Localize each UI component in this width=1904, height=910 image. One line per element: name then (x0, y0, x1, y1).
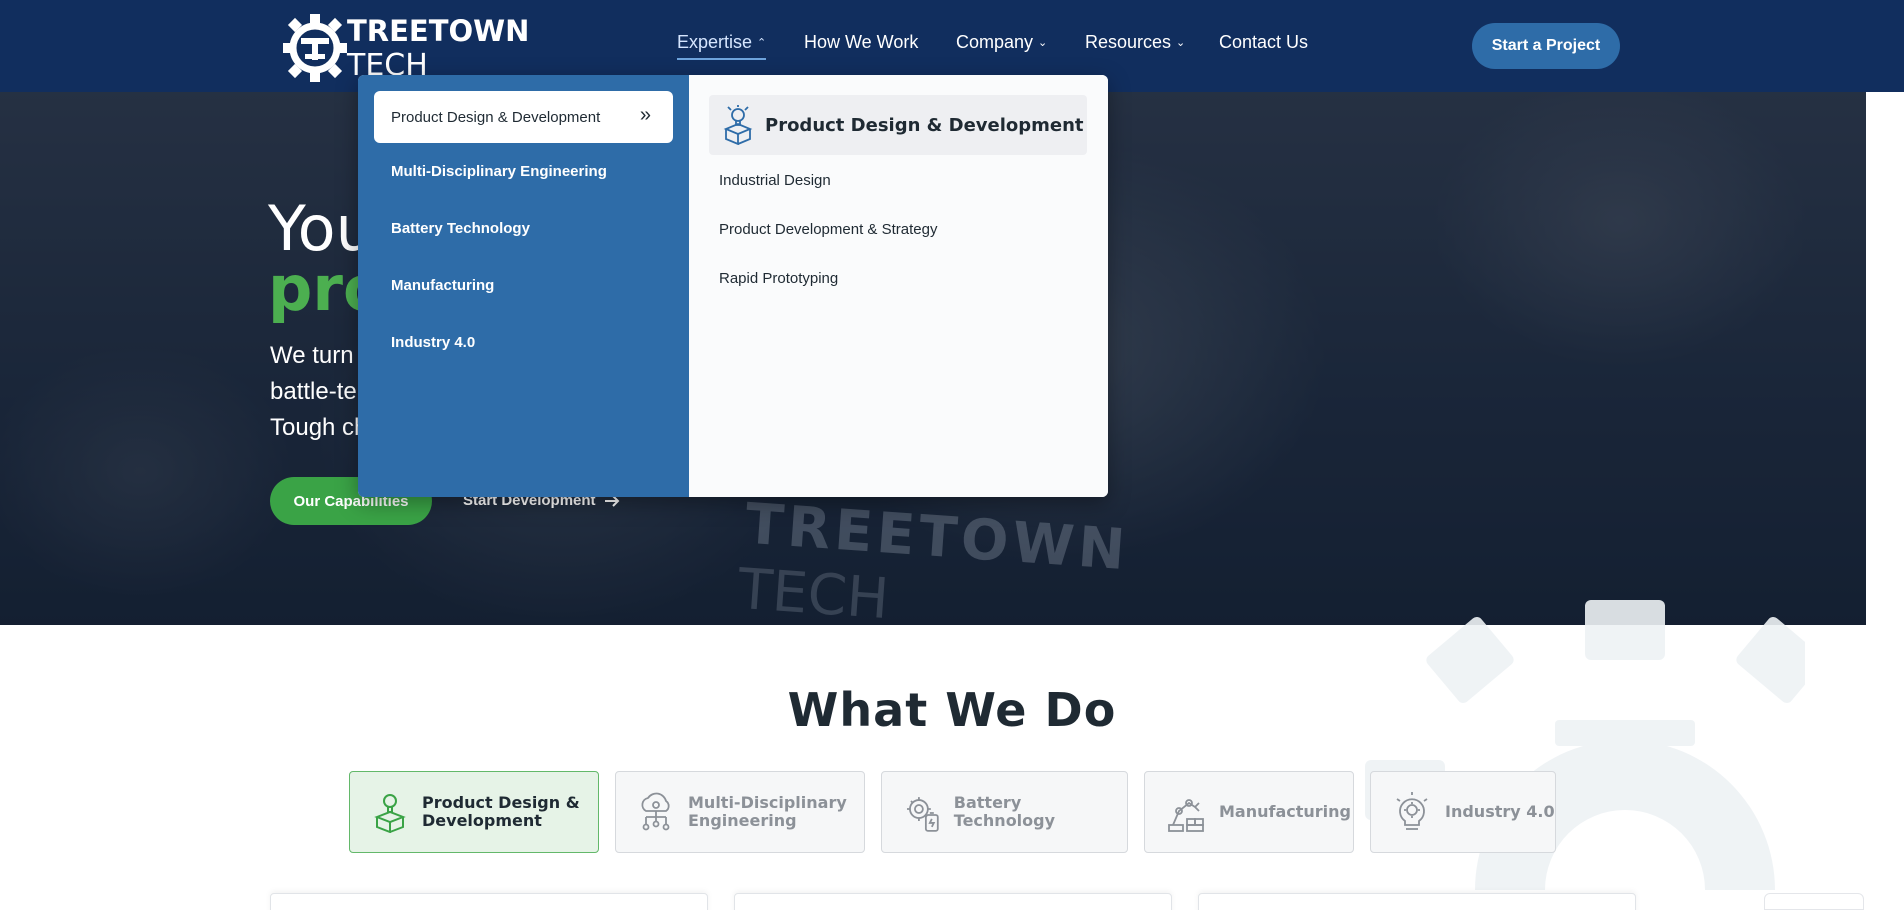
nav-how-we-work-label: How We Work (804, 32, 919, 52)
tab-manufacturing-label: Manufacturing (1219, 802, 1351, 821)
box-lightbulb-icon (374, 794, 406, 833)
lightbulb-gear-icon (1396, 792, 1428, 830)
hero-subtitle: We turn battle-te Tough ch (270, 338, 367, 446)
nav-contact-us-label: Contact Us (1219, 32, 1309, 52)
service-card[interactable] (1198, 893, 1636, 910)
tab-industry-4[interactable]: Industry 4.0 (1370, 771, 1556, 853)
logo-word-treetown: TREETOWN (347, 14, 530, 48)
service-card[interactable] (734, 893, 1172, 910)
hero-watermark-tech: TECH (735, 556, 891, 625)
box-lightbulb-icon (723, 105, 753, 145)
nav-expertise-label: Expertise (677, 32, 753, 52)
mega-link-product-development-strategy[interactable]: Product Development & Strategy (719, 221, 937, 238)
nav-company[interactable]: Company ⌄ (956, 32, 1047, 53)
nav-how-we-work[interactable]: How We Work (804, 32, 918, 53)
mega-panel-header[interactable]: Product Design & Development (709, 95, 1087, 155)
tab-product-design-label: Product Design & Development (422, 794, 580, 830)
tab-battery-technology[interactable]: Battery Technology (881, 771, 1128, 853)
service-card[interactable] (270, 893, 708, 910)
tab-product-design[interactable]: Product Design & Development (349, 771, 599, 853)
mega-panel-title: Product Design & Development (765, 114, 1084, 136)
mega-category-multi-disciplinary[interactable]: Multi-Disciplinary Engineering (391, 163, 607, 180)
chat-widget-tab[interactable] (1764, 893, 1864, 910)
tab-manufacturing[interactable]: Manufacturing (1144, 771, 1354, 853)
mega-link-industrial-design[interactable]: Industrial Design (719, 172, 831, 189)
nav-company-label: Company (956, 32, 1034, 52)
mega-link-rapid-prototyping[interactable]: Rapid Prototyping (719, 270, 838, 287)
gear-logo-icon (283, 14, 347, 82)
chevron-up-icon: ⌃ (757, 37, 767, 49)
nav-expertise[interactable]: Expertise ⌃ (677, 32, 767, 60)
mega-category-label: Product Design & Development (391, 108, 601, 126)
page-scrollbar-track[interactable] (1866, 92, 1904, 625)
hero-subtitle-line: Tough ch (270, 414, 368, 441)
mega-category-manufacturing[interactable]: Manufacturing (391, 277, 494, 294)
tab-battery-technology-label: Battery Technology (953, 793, 1056, 830)
expertise-mega-menu: Product Design & Development » Multi-Dis… (358, 75, 1108, 497)
tab-label-line: Development (422, 811, 542, 830)
mega-menu-categories: Product Design & Development » Multi-Dis… (358, 75, 689, 497)
mega-menu-panel: Product Design & Development Industrial … (689, 75, 1108, 497)
mega-category-battery-technology[interactable]: Battery Technology (391, 220, 530, 237)
what-we-do-title: What We Do (787, 683, 1117, 737)
tab-industry-4-label: Industry 4.0 (1445, 802, 1555, 821)
nav-contact-us[interactable]: Contact Us (1219, 32, 1308, 53)
mega-category-product-design[interactable]: Product Design & Development » (374, 91, 673, 143)
chevron-down-icon: ⌄ (1038, 37, 1048, 49)
tab-label-line: Multi-Disciplinary (688, 793, 847, 812)
nav-resources[interactable]: Resources ⌄ (1085, 32, 1185, 53)
tab-label-line: Engineering (688, 811, 797, 830)
robot-arm-icon (1168, 799, 1204, 832)
hero-subtitle-line: battle-te (270, 378, 357, 405)
tab-multi-disciplinary[interactable]: Multi-Disciplinary Engineering (615, 771, 865, 853)
chevron-down-icon: ⌄ (1176, 37, 1186, 49)
start-project-button[interactable]: Start a Project (1472, 23, 1620, 69)
hero-subtitle-line: We turn (270, 342, 354, 369)
mega-category-industry-4[interactable]: Industry 4.0 (391, 334, 475, 351)
treetown-tech-logo[interactable]: TREETOWN TECH (283, 8, 529, 84)
cloud-network-icon (641, 792, 670, 831)
nav-resources-label: Resources (1085, 32, 1172, 52)
gear-battery-icon (906, 797, 939, 832)
tab-multi-disciplinary-label: Multi-Disciplinary Engineering (688, 794, 847, 830)
tab-label-line: Product Design & (422, 793, 580, 812)
double-chevron-right-icon: » (639, 104, 651, 126)
